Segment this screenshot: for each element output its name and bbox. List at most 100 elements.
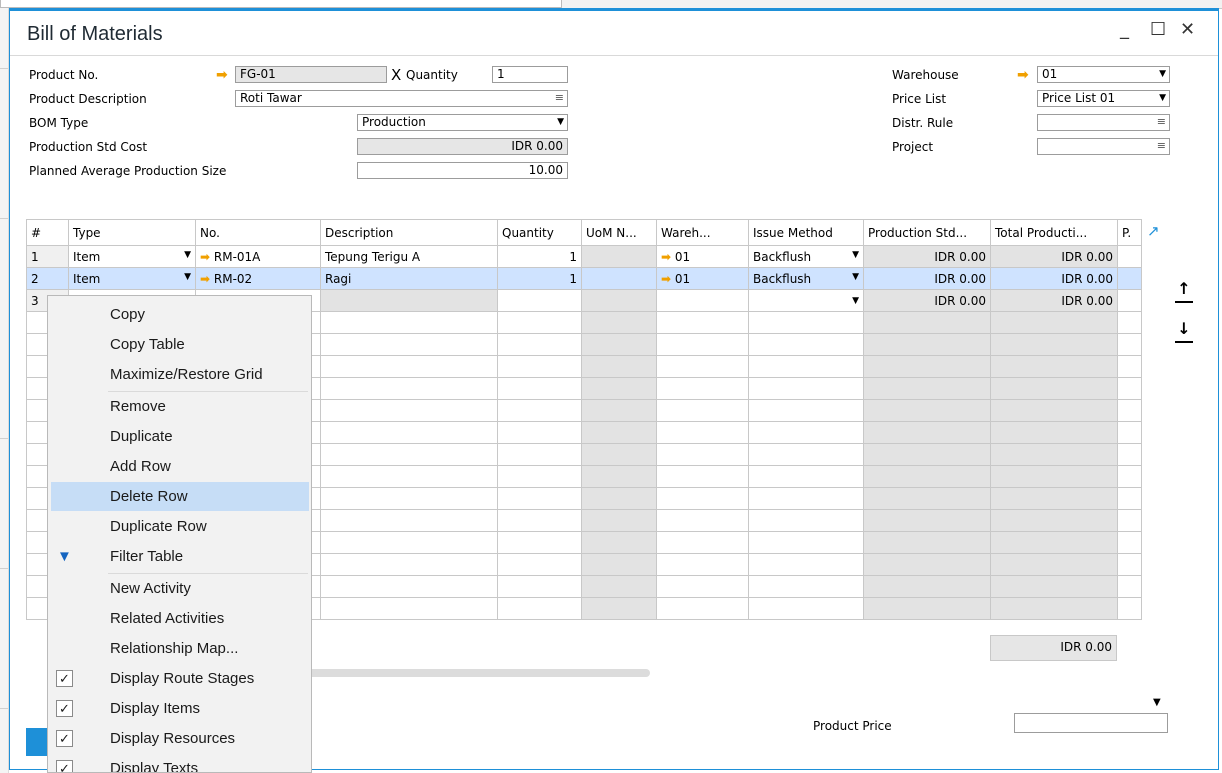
footer-dropdown-icon[interactable]: ▼ [1153, 697, 1161, 708]
menu-item-new-activity[interactable]: New Activity [51, 574, 309, 603]
checkbox-checked-icon[interactable]: ✓ [56, 730, 73, 747]
warehouse-value: 01 [1042, 67, 1058, 81]
col-header-total[interactable]: Total Producti... [990, 219, 1118, 246]
row-number[interactable]: 2 [26, 267, 69, 290]
grid-header-row: # Type No. Description Quantity UoM N...… [26, 219, 1142, 246]
link-arrow-icon[interactable]: ➡ [216, 68, 228, 82]
project-field[interactable]: ≡ [1037, 138, 1170, 155]
col-header-quantity[interactable]: Quantity [497, 219, 582, 246]
quantity-cell[interactable]: 1 [497, 245, 582, 268]
horizontal-scrollbar[interactable] [300, 669, 650, 677]
table-row[interactable]: 1 Item ▼ ➡ RM-01A Tepung Terigu A 1 ➡ 01 … [26, 245, 1142, 268]
std-cost-cell: IDR 0.00 [863, 289, 991, 312]
close-button[interactable]: ✕ [1180, 19, 1195, 40]
menu-item-delete-row[interactable]: Delete Row [51, 482, 309, 511]
product-description-label: Product Description [29, 92, 147, 106]
move-row-up-icon[interactable]: ↑ [1175, 279, 1193, 303]
item-no-cell[interactable]: ➡ RM-01A [195, 245, 321, 268]
text-expand-icon[interactable]: ≡ [555, 91, 564, 104]
col-header-number[interactable]: # [26, 219, 69, 246]
bom-type-value: Production [362, 115, 426, 129]
link-arrow-icon[interactable]: ➡ [1017, 68, 1029, 82]
distr-rule-field[interactable]: ≡ [1037, 114, 1170, 131]
uom-cell [581, 245, 657, 268]
planned-size-field[interactable]: 10.00 [357, 162, 568, 179]
menu-item-relationship-map[interactable]: Relationship Map... [51, 634, 309, 663]
col-header-description[interactable]: Description [320, 219, 498, 246]
p-cell[interactable] [1117, 245, 1142, 268]
checkbox-checked-icon[interactable]: ✓ [56, 700, 73, 717]
move-row-down-icon[interactable]: ↓ [1175, 319, 1193, 343]
checkbox-checked-icon[interactable]: ✓ [56, 760, 73, 772]
bom-type-select[interactable]: Production ▼ [357, 114, 568, 131]
text-expand-icon[interactable]: ≡ [1157, 139, 1166, 152]
type-cell[interactable]: Item ▼ [68, 267, 196, 290]
quantity-cell[interactable] [497, 289, 582, 312]
description-cell[interactable]: Tepung Terigu A [320, 245, 498, 268]
price-list-value: Price List 01 [1042, 91, 1116, 105]
dropdown-arrow-icon[interactable]: ▼ [1159, 68, 1166, 81]
item-no-cell[interactable]: ➡ RM-02 [195, 267, 321, 290]
context-menu: Copy Copy Table Maximize/Restore Grid Re… [47, 295, 312, 773]
col-header-p[interactable]: P. [1117, 219, 1142, 246]
product-no-field[interactable]: FG-01 [235, 66, 387, 83]
issue-method-cell[interactable]: ▼ [748, 289, 864, 312]
quantity-field[interactable]: 1 [492, 66, 568, 83]
p-cell[interactable] [1117, 289, 1142, 312]
menu-item-related-activities[interactable]: Related Activities [51, 604, 309, 633]
expand-grid-icon[interactable]: ↗ [1147, 222, 1160, 240]
title-divider [10, 55, 1218, 56]
col-header-issue-method[interactable]: Issue Method [748, 219, 864, 246]
col-header-std-cost[interactable]: Production Std... [863, 219, 991, 246]
quantity-cell[interactable]: 1 [497, 267, 582, 290]
checkbox-checked-icon[interactable]: ✓ [56, 670, 73, 687]
dropdown-arrow-icon[interactable]: ▼ [1159, 92, 1166, 105]
total-cell: IDR 0.00 [990, 289, 1118, 312]
menu-item-display-texts[interactable]: ✓ Display Texts [51, 754, 309, 773]
menu-item-label: Display Resources [110, 730, 236, 747]
menu-item-display-route-stages[interactable]: ✓ Display Route Stages [51, 664, 309, 693]
menu-item-add-row[interactable]: Add Row [51, 452, 309, 481]
warehouse-cell[interactable] [656, 289, 749, 312]
menu-item-filter-table[interactable]: ▼ Filter Table [51, 542, 309, 571]
menu-item-maximize-restore-grid[interactable]: Maximize/Restore Grid [51, 360, 309, 389]
menu-item-remove[interactable]: Remove [51, 392, 309, 421]
project-label: Project [892, 140, 934, 154]
description-cell[interactable]: Ragi [320, 267, 498, 290]
menu-item-display-items[interactable]: ✓ Display Items [51, 694, 309, 723]
warehouse-cell[interactable]: ➡ 01 [656, 245, 749, 268]
product-description-field[interactable]: Roti Tawar ≡ [235, 90, 568, 107]
menu-item-label: Display Texts [110, 760, 199, 773]
col-header-no[interactable]: No. [195, 219, 321, 246]
warehouse-cell[interactable]: ➡ 01 [656, 267, 749, 290]
warehouse-select[interactable]: 01 ▼ [1037, 66, 1170, 83]
issue-method-cell[interactable]: Backflush ▼ [748, 267, 864, 290]
std-cost-cell: IDR 0.00 [863, 267, 991, 290]
planned-size-label: Planned Average Production Size [29, 164, 227, 178]
menu-item-copy[interactable]: Copy [51, 300, 309, 329]
maximize-button[interactable]: ☐ [1150, 19, 1166, 40]
p-cell[interactable] [1117, 267, 1142, 290]
menu-item-display-resources[interactable]: ✓ Display Resources [51, 724, 309, 753]
col-header-type[interactable]: Type [68, 219, 196, 246]
std-cost-label: Production Std Cost [29, 140, 148, 154]
price-list-select[interactable]: Price List 01 ▼ [1037, 90, 1170, 107]
product-description-value: Roti Tawar [240, 91, 302, 105]
distr-rule-label: Distr. Rule [892, 116, 954, 130]
description-cell[interactable] [320, 289, 498, 312]
minimize-button[interactable]: _ [1120, 19, 1129, 40]
col-header-warehouse[interactable]: Wareh... [656, 219, 749, 246]
bom-type-label: BOM Type [29, 116, 89, 130]
dropdown-arrow-icon[interactable]: ▼ [557, 116, 564, 129]
issue-method-cell[interactable]: Backflush ▼ [748, 245, 864, 268]
type-cell[interactable]: Item ▼ [68, 245, 196, 268]
table-row[interactable]: 2 Item ▼ ➡ RM-02 Ragi 1 ➡ 01 Backflush ▼ I… [26, 267, 1142, 290]
col-header-uom[interactable]: UoM N... [581, 219, 657, 246]
menu-item-copy-table[interactable]: Copy Table [51, 330, 309, 359]
menu-item-duplicate[interactable]: Duplicate [51, 422, 309, 451]
text-expand-icon[interactable]: ≡ [1157, 115, 1166, 128]
filter-icon: ▼ [57, 548, 72, 565]
product-price-field[interactable] [1014, 713, 1168, 733]
row-number[interactable]: 1 [26, 245, 69, 268]
menu-item-duplicate-row[interactable]: Duplicate Row [51, 512, 309, 541]
